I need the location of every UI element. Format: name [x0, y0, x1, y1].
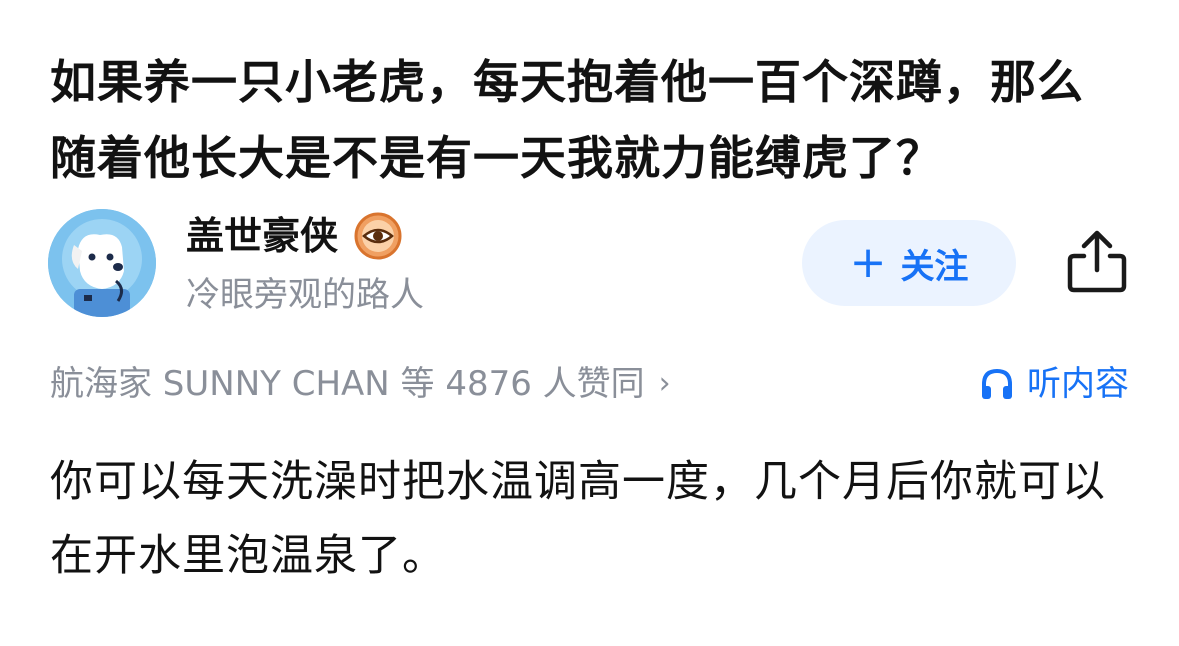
vote-info-text: 航海家 SUNNY CHAN 等 4876 人赞同 — [50, 364, 645, 404]
eye-badge-icon — [354, 212, 402, 260]
author-name[interactable]: 盖世豪侠 — [186, 208, 402, 264]
chevron-right-icon: › — [658, 366, 671, 401]
listen-button[interactable]: 听内容 — [979, 358, 1129, 410]
author-bio: 冷眼旁观的路人 — [186, 275, 424, 315]
plus-icon: + — [849, 237, 887, 288]
share-button[interactable] — [1066, 228, 1128, 294]
question-title[interactable]: 如果养一只小老虎，每天抱着他一百个深蹲，那么随着他长大是不是有一天我就力能缚虎了… — [50, 44, 1130, 196]
vote-info[interactable]: 航海家 SUNNY CHAN 等 4876 人赞同 › — [50, 358, 671, 410]
answer-text[interactable]: 你可以每天洗澡时把水温调高一度，几个月后你就可以在开水里泡温泉了。 — [50, 445, 1130, 593]
author-name-text[interactable]: 盖世豪侠 — [186, 208, 338, 264]
dog-astronaut-avatar-icon — [48, 209, 156, 317]
listen-label: 听内容 — [1027, 364, 1129, 404]
follow-label: 关注 — [900, 246, 969, 287]
avatar[interactable] — [48, 209, 156, 317]
headphones-icon — [982, 368, 1012, 399]
follow-button[interactable]: + 关注 — [802, 220, 1016, 306]
share-icon — [1067, 230, 1127, 293]
